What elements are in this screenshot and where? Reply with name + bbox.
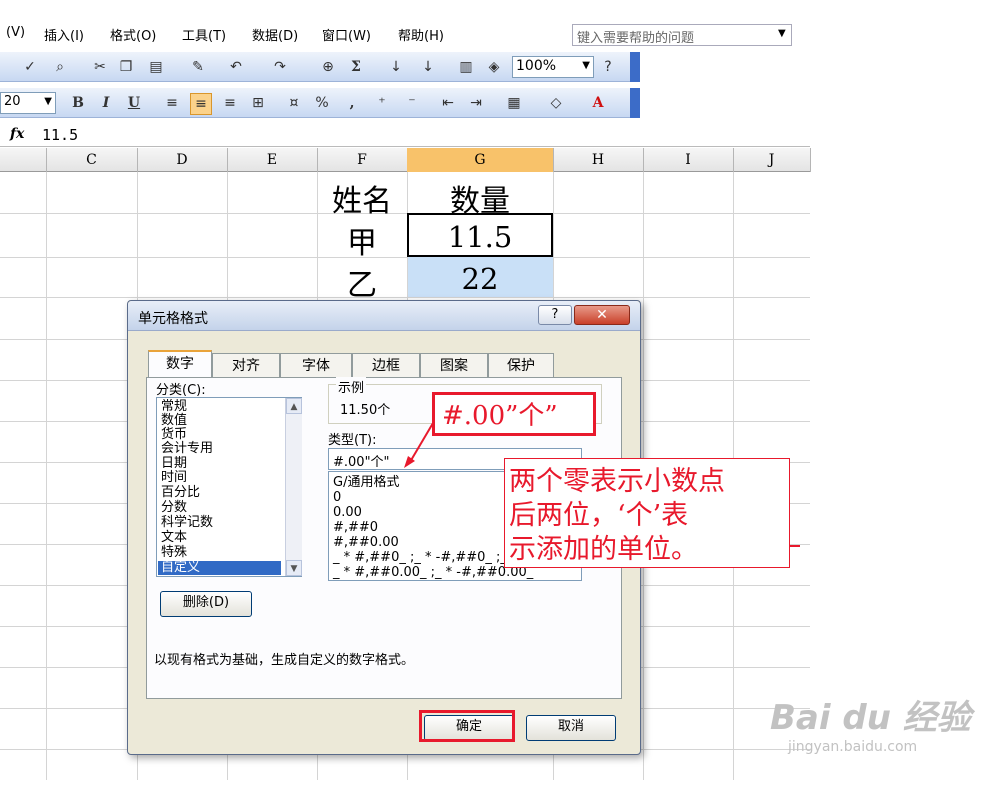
watermark-brand: Bai du 经验 bbox=[770, 698, 971, 738]
explanation-line-3: 示添加的单位。 bbox=[509, 534, 698, 565]
watermark: Bai du 经验 jingyan.baidu.com bbox=[770, 690, 971, 755]
watermark-url: jingyan.baidu.com bbox=[788, 739, 918, 755]
format-code-annotation: #.00”个” bbox=[442, 401, 558, 431]
ok-button-highlight bbox=[419, 710, 515, 742]
explanation-callout: 两个零表示小数点 后两位，‘个’表 示添加的单位。 bbox=[504, 458, 790, 568]
